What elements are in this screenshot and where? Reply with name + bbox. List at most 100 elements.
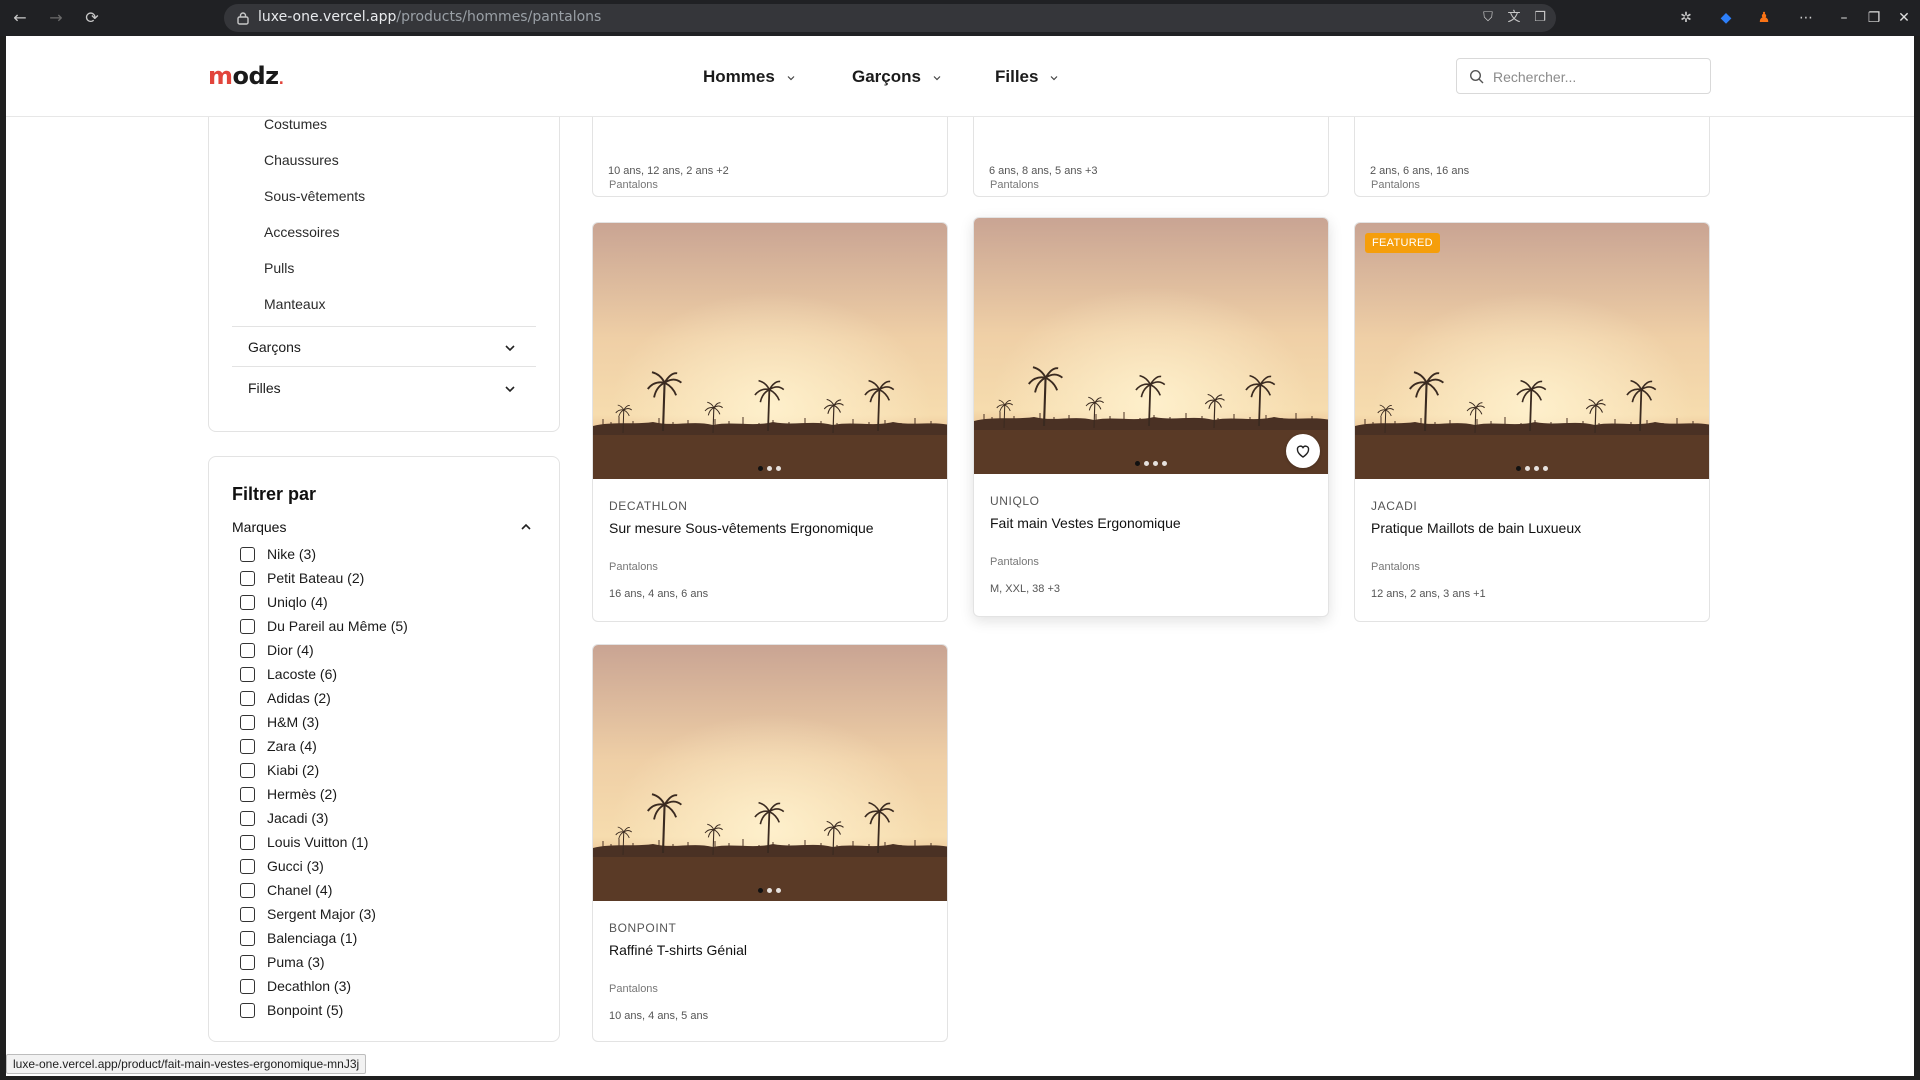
chevron-down-icon <box>1051 76 1058 81</box>
divider <box>232 326 536 327</box>
brand-filter-option[interactable]: Dior (4) <box>240 640 314 660</box>
brand-checkbox[interactable] <box>240 666 255 682</box>
more-menu-icon[interactable]: ⋯ <box>1796 8 1816 28</box>
brand-checkbox[interactable] <box>240 738 255 754</box>
category-chaussures[interactable]: Chaussures <box>264 152 339 168</box>
brand-label: Bonpoint (5) <box>267 1002 344 1018</box>
brand-filter-option[interactable]: Uniqlo (4) <box>240 592 328 612</box>
category-sous-vetements[interactable]: Sous-vêtements <box>264 188 365 204</box>
category-accessoires[interactable]: Accessoires <box>264 224 339 240</box>
product-brand: JACADI <box>1371 499 1418 513</box>
brand-checkbox[interactable] <box>240 930 255 946</box>
back-icon[interactable]: ← <box>8 6 32 30</box>
url-text[interactable]: luxe-one.vercel.app/products/hommes/pant… <box>258 9 601 25</box>
brand-checkbox[interactable] <box>240 642 255 658</box>
image-carousel-dots[interactable] <box>1135 461 1167 466</box>
brand-filter-option[interactable]: Puma (3) <box>240 952 325 972</box>
brand-checkbox[interactable] <box>240 834 255 850</box>
brand-filter-option[interactable]: Balenciaga (1) <box>240 928 357 948</box>
nav-item-hommes[interactable]: Hommes <box>703 67 795 87</box>
brand-filter-option[interactable]: Nike (3) <box>240 544 316 564</box>
brand-filter-option[interactable]: Decathlon (3) <box>240 976 351 996</box>
product-image[interactable] <box>1355 223 1710 479</box>
brands-filter-label[interactable]: Marques <box>232 519 286 535</box>
product-card[interactable]: DECATHLON Sur mesure Sous-vêtements Ergo… <box>592 222 948 622</box>
extensions-icon[interactable]: ✲ <box>1676 8 1696 28</box>
brand-checkbox[interactable] <box>240 882 255 898</box>
forward-icon[interactable]: → <box>44 6 68 30</box>
category-group-filles[interactable]: Filles <box>248 380 281 396</box>
close-icon[interactable]: ✕ <box>1894 8 1914 28</box>
product-image[interactable] <box>593 645 948 901</box>
brand-filter-option[interactable]: Gucci (3) <box>240 856 324 876</box>
product-name[interactable]: Pratique Maillots de bain Luxueux <box>1371 520 1581 536</box>
chevron-down-icon[interactable] <box>504 342 516 354</box>
brand-checkbox[interactable] <box>240 1002 255 1018</box>
brand-filter-option[interactable]: Louis Vuitton (1) <box>240 832 368 852</box>
reload-icon[interactable]: ⟳ <box>80 6 104 30</box>
brand-checkbox[interactable] <box>240 954 255 970</box>
search-box[interactable] <box>1456 58 1711 94</box>
chevron-down-icon <box>933 76 941 81</box>
brand-checkbox[interactable] <box>240 786 255 802</box>
brand-filter-option[interactable]: Zara (4) <box>240 736 317 756</box>
brand-checkbox[interactable] <box>240 714 255 730</box>
brand-checkbox[interactable] <box>240 570 255 586</box>
extension-icon[interactable]: ♟ <box>1754 8 1774 28</box>
brand-label: Du Pareil au Même (5) <box>267 618 408 634</box>
chevron-down-icon[interactable] <box>504 383 516 395</box>
extension-icon[interactable]: ◆ <box>1716 8 1736 28</box>
minimize-icon[interactable]: – <box>1834 8 1854 28</box>
brand-checkbox[interactable] <box>240 594 255 610</box>
translate-icon[interactable]: 文 <box>1506 10 1522 26</box>
restore-icon[interactable]: ❐ <box>1864 8 1884 28</box>
brand-checkbox[interactable] <box>240 618 255 634</box>
brand-label: Petit Bateau (2) <box>267 570 365 586</box>
brand-filter-option[interactable]: Sergent Major (3) <box>240 904 376 924</box>
image-carousel-dots[interactable] <box>758 888 781 893</box>
product-name[interactable]: Sur mesure Sous-vêtements Ergonomique <box>609 520 874 536</box>
brand-checkbox[interactable] <box>240 978 255 994</box>
brand-filter-option[interactable]: Chanel (4) <box>240 880 332 900</box>
category-costumes[interactable]: Costumes <box>264 116 327 132</box>
category-pulls[interactable]: Pulls <box>264 260 294 276</box>
category-group-garcons[interactable]: Garçons <box>248 339 301 355</box>
site-logo[interactable]: modz. <box>208 62 284 90</box>
product-card[interactable]: UNIQLO Fait main Vestes Ergonomique Pant… <box>973 217 1329 617</box>
product-brand: BONPOINT <box>609 921 677 935</box>
brand-checkbox[interactable] <box>240 810 255 826</box>
brand-filter-option[interactable]: Bonpoint (5) <box>240 1000 343 1020</box>
image-carousel-dots[interactable] <box>758 466 781 471</box>
product-image[interactable] <box>974 218 1329 474</box>
brand-filter-option[interactable]: Adidas (2) <box>240 688 331 708</box>
reader-mode-icon[interactable]: ❐ <box>1532 10 1548 26</box>
brand-checkbox[interactable] <box>240 690 255 706</box>
brand-filter-option[interactable]: Lacoste (6) <box>240 664 337 684</box>
brand-checkbox[interactable] <box>240 906 255 922</box>
address-bar[interactable]: luxe-one.vercel.app/products/hommes/pant… <box>224 4 1556 32</box>
shield-icon[interactable]: ⛉ <box>1480 10 1496 26</box>
product-card[interactable]: FEATURED JACADI Pratique Maillots de bai… <box>1354 222 1710 622</box>
product-name[interactable]: Raffiné T-shirts Génial <box>609 942 747 958</box>
product-name[interactable]: Fait main Vestes Ergonomique <box>990 515 1181 531</box>
brand-checkbox[interactable] <box>240 546 255 562</box>
chevron-up-icon[interactable] <box>520 521 532 533</box>
brand-filter-option[interactable]: Petit Bateau (2) <box>240 568 364 588</box>
filter-title: Filtrer par <box>232 484 317 504</box>
nav-item-garcons[interactable]: Garçons <box>852 67 941 87</box>
image-carousel-dots[interactable] <box>1516 466 1548 471</box>
product-image[interactable] <box>593 223 948 479</box>
brand-checkbox[interactable] <box>240 858 255 874</box>
brand-checkbox[interactable] <box>240 762 255 778</box>
search-input[interactable] <box>1493 67 1703 87</box>
category-manteaux[interactable]: Manteaux <box>264 296 325 312</box>
brand-filter-option[interactable]: H&M (3) <box>240 712 319 732</box>
nav-item-filles[interactable]: Filles <box>995 67 1058 87</box>
favorite-button[interactable] <box>1286 434 1320 468</box>
product-card[interactable]: BONPOINT Raffiné T-shirts Génial Pantalo… <box>592 644 948 1042</box>
page-info-icon[interactable] <box>236 11 250 25</box>
brand-filter-option[interactable]: Du Pareil au Même (5) <box>240 616 408 636</box>
brand-filter-option[interactable]: Hermès (2) <box>240 784 337 804</box>
brand-filter-option[interactable]: Kiabi (2) <box>240 760 319 780</box>
brand-filter-option[interactable]: Jacadi (3) <box>240 808 328 828</box>
